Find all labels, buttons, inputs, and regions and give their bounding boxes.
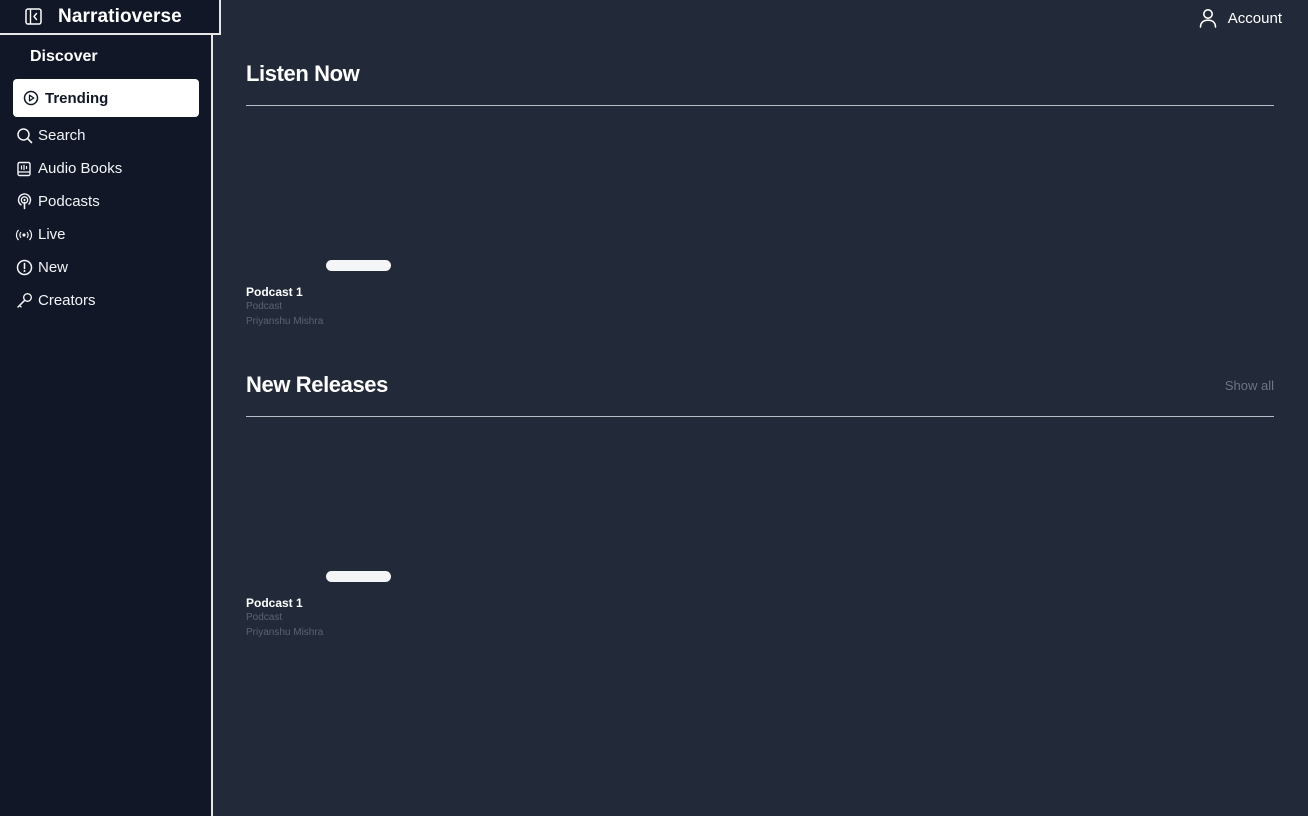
podcast-card[interactable]: Podcast 1 Podcast Priyanshu Mishra — [246, 571, 406, 651]
broadcast-icon — [15, 226, 33, 244]
show-all-link[interactable]: Show all — [1225, 378, 1274, 393]
book-icon — [15, 160, 33, 178]
card-title: Podcast 1 — [246, 596, 303, 610]
app-root: Discover Trending Search Audio Books Pod… — [0, 0, 1308, 816]
card-progress-pill — [326, 260, 391, 271]
card-type: Podcast — [246, 301, 283, 312]
card-author: Priyanshu Mishra — [246, 627, 324, 638]
sidebar-item-live[interactable]: Live — [0, 218, 211, 251]
card-progress-pill — [326, 571, 391, 582]
play-circle-icon — [22, 89, 40, 107]
sidebar-item-new[interactable]: New — [0, 251, 211, 284]
app-title: Narratioverse — [58, 5, 182, 27]
card-author: Priyanshu Mishra — [246, 316, 324, 327]
podcast-icon — [15, 193, 33, 211]
user-icon — [1197, 7, 1219, 29]
podcast-card[interactable]: Podcast 1 Podcast Priyanshu Mishra — [246, 260, 406, 340]
sidebar-item-podcasts[interactable]: Podcasts — [0, 185, 211, 218]
card-title: Podcast 1 — [246, 285, 303, 299]
listen-now-section: Listen Now Podcast 1 Podcast Priyanshu M… — [246, 61, 1274, 341]
sidebar-collapse-icon[interactable] — [25, 8, 42, 25]
sidebar-item-label: Creators — [38, 292, 96, 309]
sidebar-item-label: Trending — [45, 89, 109, 107]
sidebar-item-label: Podcasts — [38, 193, 100, 210]
sidebar-item-label: New — [38, 259, 69, 276]
sidebar: Discover Trending Search Audio Books Pod… — [0, 0, 213, 816]
card-type: Podcast — [246, 612, 283, 623]
sidebar-item-label: Search — [38, 127, 86, 144]
listen-now-header: Listen Now — [246, 61, 1274, 106]
sidebar-item-label: Audio Books — [38, 160, 123, 177]
alert-circle-icon — [15, 259, 33, 277]
account-button[interactable]: Account — [1197, 7, 1282, 29]
sidebar-item-search[interactable]: Search — [0, 119, 211, 152]
key-icon — [15, 292, 33, 310]
sidebar-item-creators[interactable]: Creators — [0, 284, 211, 317]
account-label: Account — [1227, 9, 1282, 27]
sidebar-nav: Trending Search Audio Books Podcasts Liv… — [0, 79, 211, 317]
section-title: Listen Now — [246, 61, 360, 86]
app-brand: Narratioverse — [0, 0, 221, 35]
new-releases-section: New Releases Show all Podcast 1 Podcast … — [246, 372, 1274, 652]
section-title: New Releases — [246, 372, 388, 397]
sidebar-item-label: Live — [38, 226, 66, 243]
search-icon — [15, 127, 33, 145]
new-releases-header: New Releases Show all — [246, 372, 1274, 417]
sidebar-item-audio-books[interactable]: Audio Books — [0, 152, 211, 185]
sidebar-section-label: Discover — [30, 48, 98, 65]
sidebar-item-trending[interactable]: Trending — [13, 79, 199, 117]
